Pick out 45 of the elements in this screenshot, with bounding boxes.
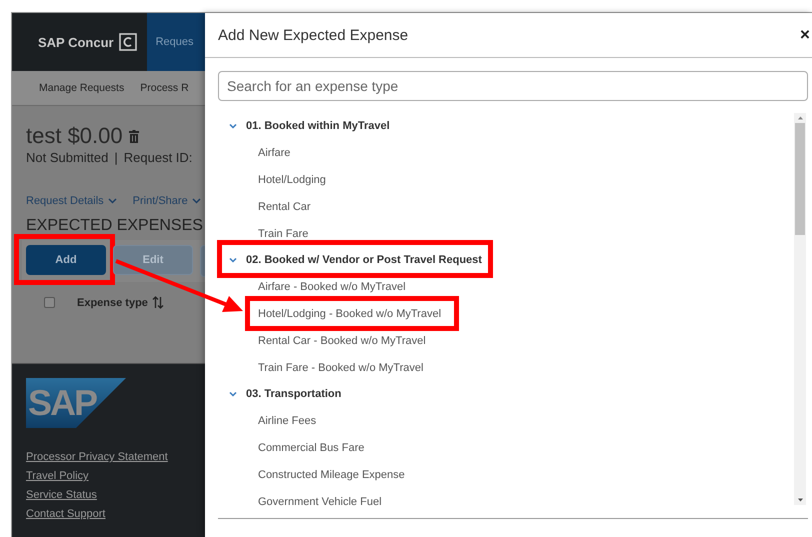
group-header[interactable]: 02. Booked w/ Vendor or Post Travel Request bbox=[246, 254, 482, 266]
scrollbar-thumb[interactable] bbox=[795, 123, 805, 235]
sap-logo: SAP bbox=[26, 378, 126, 428]
checkbox[interactable] bbox=[44, 297, 55, 308]
expense-type-item[interactable]: Train Fare bbox=[258, 228, 308, 240]
trash-icon[interactable] bbox=[128, 130, 139, 142]
chevron-icon[interactable] bbox=[229, 257, 237, 264]
separator-text: | bbox=[114, 150, 118, 165]
sort-icon[interactable] bbox=[152, 296, 164, 309]
logo-icon bbox=[118, 33, 137, 51]
expense-type-item[interactable]: Hotel/Lodging - Booked w/o MyTravel bbox=[258, 308, 442, 320]
nav-tab[interactable]: Reques bbox=[146, 13, 205, 71]
footer-link[interactable]: Service Status bbox=[26, 489, 97, 501]
nav-link[interactable]: Manage Requests bbox=[39, 82, 124, 94]
column-header[interactable]: Expense type bbox=[77, 296, 148, 308]
expense-type-item[interactable]: Rental Car bbox=[258, 200, 311, 213]
footer-link[interactable]: Processor Privacy Statement bbox=[26, 451, 168, 463]
expense-type-item[interactable]: Airfare - Booked w/o MyTravel bbox=[258, 281, 406, 294]
footer-link[interactable]: Travel Policy bbox=[26, 470, 89, 482]
expense-type-item[interactable]: Government Vehicle Fuel bbox=[258, 496, 382, 508]
expense-type-item[interactable]: Airline Fees bbox=[258, 415, 316, 428]
nav-link[interactable]: Process R bbox=[140, 82, 189, 94]
expense-type-item[interactable]: Hotel/Lodging bbox=[258, 174, 326, 186]
chevron-down-icon[interactable] bbox=[192, 198, 201, 204]
section-title: EXPECTED EXPENSES bbox=[26, 217, 204, 235]
group-header[interactable]: 03. Transportation bbox=[246, 388, 342, 400]
chevron-icon[interactable] bbox=[229, 123, 237, 130]
search-field[interactable]: Search for an expense type bbox=[218, 71, 808, 101]
request-title: test $0.00 bbox=[26, 123, 123, 149]
dialog-title: Add New Expected Expense bbox=[218, 26, 410, 44]
expense-type-item[interactable]: Airfare bbox=[258, 147, 290, 160]
expense-type-item[interactable]: Rental Car - Booked w/o MyTravel bbox=[258, 334, 426, 347]
scrollbar[interactable] bbox=[794, 113, 806, 505]
close-button[interactable]: × bbox=[798, 25, 812, 45]
expense-type-item[interactable]: Commercial Bus Fare bbox=[258, 442, 364, 454]
footer-link[interactable]: Contact Support bbox=[26, 508, 106, 520]
request-id-label: Request ID: bbox=[124, 150, 192, 165]
chevron-down-icon[interactable] bbox=[108, 198, 117, 204]
brand-logo[interactable]: SAP Concur bbox=[38, 34, 114, 50]
add-button[interactable]: Add bbox=[26, 245, 106, 275]
status-text: Not Submitted bbox=[26, 150, 108, 165]
chevron-icon[interactable] bbox=[229, 391, 237, 398]
expense-type-item[interactable]: Constructed Mileage Expense bbox=[258, 468, 405, 481]
group-header[interactable]: 01. Booked within MyTravel bbox=[246, 120, 390, 132]
expense-type-item[interactable]: Train Fare - Booked w/o MyTravel bbox=[258, 362, 424, 374]
